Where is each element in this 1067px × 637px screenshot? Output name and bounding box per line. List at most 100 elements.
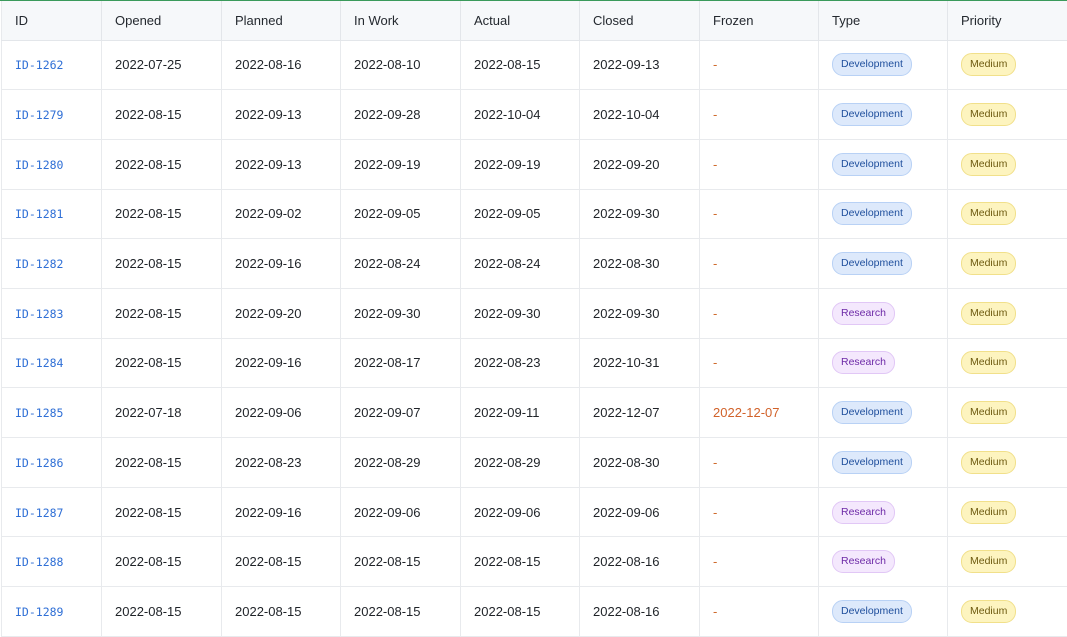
in-work-date: 2022-09-28 [340, 89, 461, 140]
issue-id-link[interactable]: ID-1283 [15, 307, 63, 321]
actual-date: 2022-08-24 [460, 238, 580, 289]
table-row[interactable]: ID-1287 2022-08-15 2022-09-16 2022-09-06 202… [1, 487, 1067, 538]
frozen-cell: - [699, 586, 819, 637]
issue-id-link[interactable]: ID-1262 [15, 58, 63, 72]
planned-date: 2022-09-16 [221, 487, 341, 538]
closed-date: 2022-09-20 [579, 139, 700, 190]
priority-badge: Medium [961, 351, 1017, 375]
in-work-date: 2022-09-06 [340, 487, 461, 538]
table-row[interactable]: ID-1284 2022-08-15 2022-09-16 2022-08-17 202… [1, 338, 1067, 389]
type-cell: Development [818, 139, 948, 190]
opened-date: 2022-07-25 [101, 40, 222, 91]
planned-date: 2022-09-13 [221, 139, 341, 190]
priority-badge: Medium [961, 53, 1017, 77]
closed-date: 2022-08-16 [579, 586, 700, 637]
actual-date: 2022-09-05 [460, 189, 580, 240]
type-badge: Development [832, 103, 912, 127]
priority-cell: Medium [947, 536, 1067, 588]
opened-date: 2022-08-15 [101, 338, 222, 389]
issue-id-link[interactable]: ID-1280 [15, 158, 63, 172]
frozen-value: - [713, 256, 718, 272]
actual-date: 2022-09-06 [460, 487, 580, 538]
table-row[interactable]: ID-1285 2022-07-18 2022-09-06 2022-09-07 202… [1, 387, 1067, 438]
table-body: ID-1262 2022-07-25 2022-08-16 2022-08-10 202… [1, 40, 1067, 637]
priority-cell: Medium [947, 189, 1067, 240]
type-badge: Development [832, 202, 912, 226]
opened-date: 2022-08-15 [101, 189, 222, 240]
type-cell: Development [818, 89, 948, 140]
issue-id-link[interactable]: ID-1286 [15, 456, 63, 470]
issue-id-link[interactable]: ID-1281 [15, 207, 63, 221]
in-work-date: 2022-08-24 [340, 238, 461, 289]
issue-id-link[interactable]: ID-1279 [15, 108, 63, 122]
table-row[interactable]: ID-1282 2022-08-15 2022-09-16 2022-08-24 202… [1, 238, 1067, 289]
actual-date: 2022-08-15 [460, 586, 580, 637]
type-cell: Development [818, 586, 948, 637]
frozen-value: - [713, 305, 718, 321]
priority-badge: Medium [961, 103, 1017, 127]
opened-date: 2022-08-15 [101, 288, 222, 339]
id-cell: ID-1288 [1, 536, 102, 588]
type-cell: Research [818, 487, 948, 538]
table-row[interactable]: ID-1286 2022-08-15 2022-08-23 2022-08-29 202… [1, 437, 1067, 488]
column-header-opened[interactable]: Opened [101, 1, 222, 41]
actual-date: 2022-08-15 [460, 40, 580, 91]
priority-badge: Medium [961, 450, 1017, 474]
table-row[interactable]: ID-1279 2022-08-15 2022-09-13 2022-09-28 202… [1, 89, 1067, 140]
closed-date: 2022-09-30 [579, 189, 700, 240]
type-cell: Development [818, 238, 948, 289]
priority-badge: Medium [961, 301, 1017, 325]
priority-badge: Medium [961, 401, 1017, 425]
type-badge: Development [832, 53, 912, 77]
issue-id-link[interactable]: ID-1288 [15, 555, 63, 569]
column-header-frozen[interactable]: Frozen [699, 1, 819, 41]
frozen-cell: - [699, 40, 819, 91]
closed-date: 2022-10-31 [579, 338, 700, 389]
planned-date: 2022-08-15 [221, 586, 341, 637]
issue-id-link[interactable]: ID-1284 [15, 356, 63, 370]
table-row[interactable]: ID-1288 2022-08-15 2022-08-15 2022-08-15 202… [1, 536, 1067, 588]
table-row[interactable]: ID-1262 2022-07-25 2022-08-16 2022-08-10 202… [1, 40, 1067, 91]
table-row[interactable]: ID-1280 2022-08-15 2022-09-13 2022-09-19 202… [1, 139, 1067, 190]
issues-table-container: ID Opened Planned In Work Actual Closed … [0, 0, 1067, 637]
closed-date: 2022-08-16 [579, 536, 700, 588]
table-row[interactable]: ID-1289 2022-08-15 2022-08-15 2022-08-15 202… [1, 586, 1067, 637]
issue-id-link[interactable]: ID-1287 [15, 506, 63, 520]
priority-badge: Medium [961, 550, 1017, 574]
frozen-cell: - [699, 189, 819, 240]
table-row[interactable]: ID-1281 2022-08-15 2022-09-02 2022-09-05 202… [1, 189, 1067, 240]
frozen-value: - [713, 603, 718, 619]
actual-date: 2022-08-29 [460, 437, 580, 488]
planned-date: 2022-08-23 [221, 437, 341, 488]
issue-id-link[interactable]: ID-1285 [15, 406, 63, 420]
priority-cell: Medium [947, 487, 1067, 538]
column-header-priority[interactable]: Priority [947, 1, 1067, 41]
column-header-id[interactable]: ID [1, 1, 102, 41]
column-header-planned[interactable]: Planned [221, 1, 341, 41]
closed-date: 2022-10-04 [579, 89, 700, 140]
frozen-value: - [713, 454, 718, 470]
column-header-closed[interactable]: Closed [579, 1, 700, 41]
issue-id-link[interactable]: ID-1282 [15, 257, 63, 271]
planned-date: 2022-09-02 [221, 189, 341, 240]
opened-date: 2022-07-18 [101, 387, 222, 438]
table-row[interactable]: ID-1283 2022-08-15 2022-09-20 2022-09-30 202… [1, 288, 1067, 339]
closed-date: 2022-09-06 [579, 487, 700, 538]
priority-cell: Medium [947, 238, 1067, 289]
issue-id-link[interactable]: ID-1289 [15, 605, 63, 619]
type-badge: Research [832, 550, 895, 574]
type-cell: Development [818, 189, 948, 240]
column-header-actual[interactable]: Actual [460, 1, 580, 41]
column-header-type[interactable]: Type [818, 1, 948, 41]
id-cell: ID-1284 [1, 338, 102, 389]
id-cell: ID-1283 [1, 288, 102, 339]
planned-date: 2022-09-16 [221, 238, 341, 289]
frozen-value: - [713, 504, 718, 520]
priority-badge: Medium [961, 252, 1017, 276]
priority-badge: Medium [961, 599, 1017, 623]
opened-date: 2022-08-15 [101, 437, 222, 488]
id-cell: ID-1287 [1, 487, 102, 538]
column-header-in-work[interactable]: In Work [340, 1, 461, 41]
opened-date: 2022-08-15 [101, 536, 222, 588]
closed-date: 2022-08-30 [579, 437, 700, 488]
